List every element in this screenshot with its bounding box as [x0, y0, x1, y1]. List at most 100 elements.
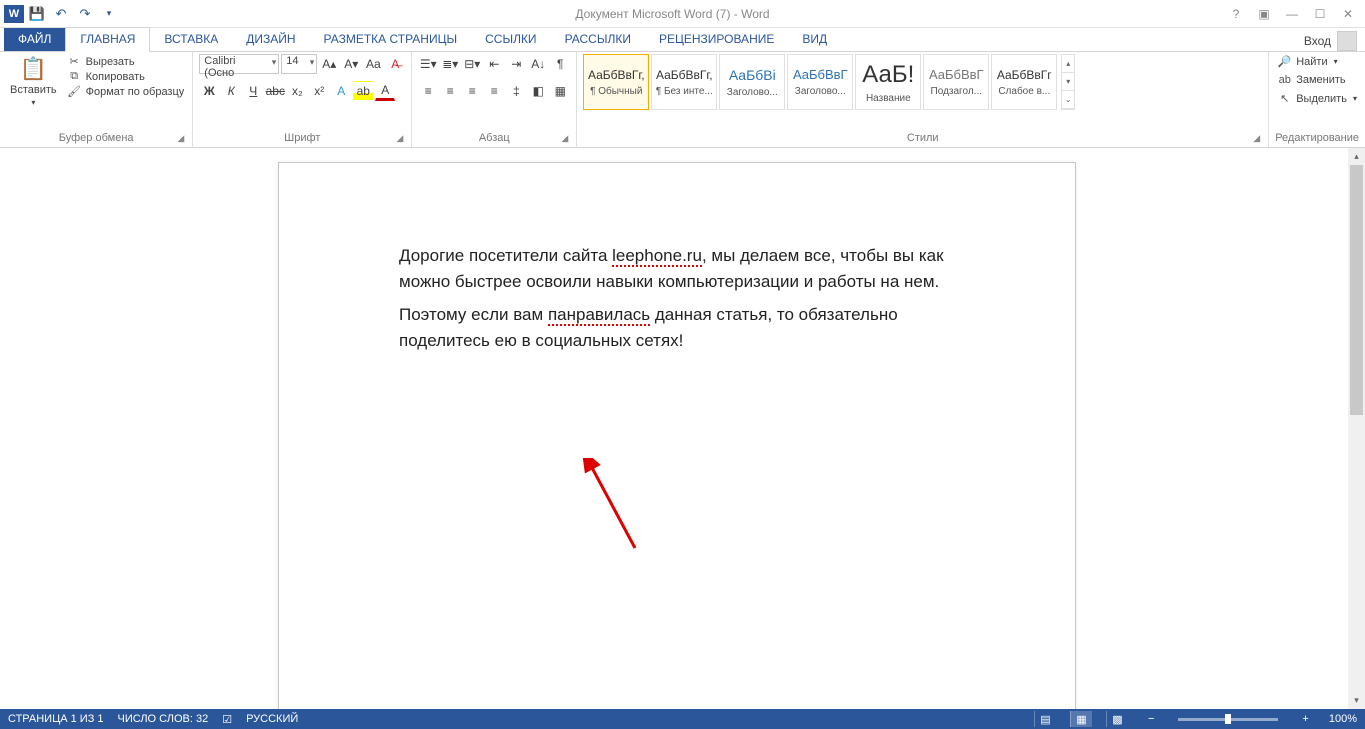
styles-gallery-scroll[interactable]: ▴▾⌄: [1061, 54, 1075, 110]
bold-button[interactable]: Ж: [199, 81, 219, 101]
window-controls: ? ▣ — ☐ ✕: [1225, 3, 1365, 25]
document-body[interactable]: Дорогие посетители сайта leephone.ru, мы…: [279, 163, 1075, 354]
subscript-button[interactable]: x₂: [287, 81, 307, 101]
select-button[interactable]: ↖Выделить▾: [1275, 91, 1359, 106]
login-link[interactable]: Вход: [1304, 34, 1331, 48]
close-button[interactable]: ✕: [1337, 3, 1359, 25]
tab-design[interactable]: ДИЗАЙН: [232, 28, 309, 51]
style-item[interactable]: АаБбВіЗаголово...: [719, 54, 785, 110]
increase-indent-button[interactable]: ⇥: [506, 54, 526, 74]
help-button[interactable]: ?: [1225, 3, 1247, 25]
qat-more-button[interactable]: ▾: [98, 3, 120, 25]
maximize-button[interactable]: ☐: [1309, 3, 1331, 25]
clear-formatting-button[interactable]: A̶: [385, 54, 405, 74]
copy-button[interactable]: ⧉Копировать: [65, 69, 187, 84]
zoom-in-button[interactable]: +: [1296, 713, 1314, 725]
status-language[interactable]: РУССКИЙ: [246, 713, 298, 725]
minimize-button[interactable]: —: [1281, 3, 1303, 25]
show-marks-button[interactable]: ¶: [550, 54, 570, 74]
brush-icon: 🖌: [67, 85, 82, 98]
group-paragraph: ☰▾ ≣▾ ⊟▾ ⇤ ⇥ A↓ ¶ ≡ ≡ ≡ ≡ ‡ ◧ ▦ Абзац ◢: [412, 52, 577, 147]
status-words[interactable]: ЧИСЛО СЛОВ: 32: [118, 713, 209, 725]
tab-references[interactable]: ССЫЛКИ: [471, 28, 550, 51]
zoom-slider[interactable]: [1178, 718, 1278, 721]
numbering-button[interactable]: ≣▾: [440, 54, 460, 74]
user-avatar-icon[interactable]: [1337, 31, 1357, 51]
tab-file[interactable]: ФАЙЛ: [4, 28, 65, 51]
vertical-scrollbar[interactable]: ▴ ▾: [1348, 148, 1365, 709]
underline-button[interactable]: Ч: [243, 81, 263, 101]
font-color-button[interactable]: A: [375, 81, 395, 101]
style-item[interactable]: АаБ!Название: [855, 54, 921, 110]
view-print-layout-button[interactable]: ▦: [1070, 711, 1092, 727]
paste-label: Вставить: [10, 84, 57, 96]
page[interactable]: Дорогие посетители сайта leephone.ru, мы…: [278, 162, 1076, 709]
italic-button[interactable]: К: [221, 81, 241, 101]
status-proofing-icon[interactable]: ☑: [222, 713, 232, 726]
font-dialog-launcher[interactable]: ◢: [396, 133, 403, 144]
highlight-button[interactable]: ab: [353, 81, 373, 101]
superscript-button[interactable]: x²: [309, 81, 329, 101]
paragraph-dialog-launcher[interactable]: ◢: [561, 133, 568, 144]
paragraph-1[interactable]: Дорогие посетители сайта leephone.ru, мы…: [399, 243, 955, 296]
style-item[interactable]: АаБбВвГгСлабое в...: [991, 54, 1057, 110]
scroll-down-button[interactable]: ▾: [1348, 692, 1365, 709]
replace-button[interactable]: abЗаменить: [1275, 73, 1347, 87]
scrollbar-thumb[interactable]: [1350, 165, 1363, 415]
document-area[interactable]: Дорогие посетители сайта leephone.ru, мы…: [0, 148, 1365, 709]
tab-layout[interactable]: РАЗМЕТКА СТРАНИЦЫ: [310, 28, 472, 51]
style-item[interactable]: АаБбВвГЗаголово...: [787, 54, 853, 110]
strike-button[interactable]: abc: [265, 81, 285, 101]
quick-access-toolbar: W 💾 ↶ ↷ ▾: [0, 3, 120, 25]
zoom-out-button[interactable]: −: [1142, 713, 1160, 725]
style-item[interactable]: АаБбВвГг,¶ Без инте...: [651, 54, 717, 110]
multilevel-button[interactable]: ⊟▾: [462, 54, 482, 74]
sort-button[interactable]: A↓: [528, 54, 548, 74]
style-item[interactable]: АаБбВвГПодзагол...: [923, 54, 989, 110]
style-item[interactable]: АаБбВвГг,¶ Обычный: [583, 54, 649, 110]
format-painter-button[interactable]: 🖌Формат по образцу: [65, 84, 187, 99]
styles-gallery[interactable]: АаБбВвГг,¶ ОбычныйАаБбВвГг,¶ Без инте...…: [583, 54, 1057, 110]
view-read-mode-button[interactable]: ▤: [1034, 711, 1056, 727]
spell-underline[interactable]: leephone.ru: [612, 246, 702, 267]
group-clipboard: 📋 Вставить ▾ ✂Вырезать ⧉Копировать 🖌Форм…: [0, 52, 193, 147]
shading-button[interactable]: ◧: [528, 81, 548, 101]
undo-button[interactable]: ↶: [50, 3, 72, 25]
group-paragraph-label: Абзац: [479, 132, 510, 144]
find-button[interactable]: 🔎Найти▾: [1275, 54, 1339, 69]
tab-home[interactable]: ГЛАВНАЯ: [65, 27, 150, 52]
clipboard-dialog-launcher[interactable]: ◢: [177, 133, 184, 144]
view-web-layout-button[interactable]: ▩: [1106, 711, 1128, 727]
tab-view[interactable]: ВИД: [788, 28, 841, 51]
group-styles: АаБбВвГг,¶ ОбычныйАаБбВвГг,¶ Без инте...…: [577, 52, 1269, 147]
status-page[interactable]: СТРАНИЦА 1 ИЗ 1: [8, 713, 104, 725]
ribbon-display-button[interactable]: ▣: [1253, 3, 1275, 25]
shrink-font-button[interactable]: A▾: [341, 54, 361, 74]
spell-underline[interactable]: панравилась: [548, 305, 650, 326]
scroll-up-button[interactable]: ▴: [1348, 148, 1365, 165]
group-styles-label: Стили: [907, 132, 939, 144]
font-size-select[interactable]: 14: [281, 54, 317, 74]
save-button[interactable]: 💾: [26, 3, 48, 25]
decrease-indent-button[interactable]: ⇤: [484, 54, 504, 74]
cut-button[interactable]: ✂Вырезать: [65, 54, 187, 69]
text-effects-button[interactable]: A: [331, 81, 351, 101]
tab-mailings[interactable]: РАССЫЛКИ: [551, 28, 645, 51]
zoom-level[interactable]: 100%: [1329, 713, 1357, 725]
paste-button[interactable]: 📋 Вставить ▾: [6, 54, 61, 109]
paragraph-2[interactable]: Поэтому если вам панравилась данная стат…: [399, 302, 955, 355]
align-left-button[interactable]: ≡: [418, 81, 438, 101]
tab-review[interactable]: РЕЦЕНЗИРОВАНИЕ: [645, 28, 788, 51]
align-center-button[interactable]: ≡: [440, 81, 460, 101]
styles-dialog-launcher[interactable]: ◢: [1253, 133, 1260, 144]
align-right-button[interactable]: ≡: [462, 81, 482, 101]
borders-button[interactable]: ▦: [550, 81, 570, 101]
bullets-button[interactable]: ☰▾: [418, 54, 438, 74]
line-spacing-button[interactable]: ‡: [506, 81, 526, 101]
grow-font-button[interactable]: A▴: [319, 54, 339, 74]
justify-button[interactable]: ≡: [484, 81, 504, 101]
tab-insert[interactable]: ВСТАВКА: [150, 28, 232, 51]
font-name-select[interactable]: Calibri (Осно: [199, 54, 279, 74]
redo-button[interactable]: ↷: [74, 3, 96, 25]
change-case-button[interactable]: Aa: [363, 54, 383, 74]
